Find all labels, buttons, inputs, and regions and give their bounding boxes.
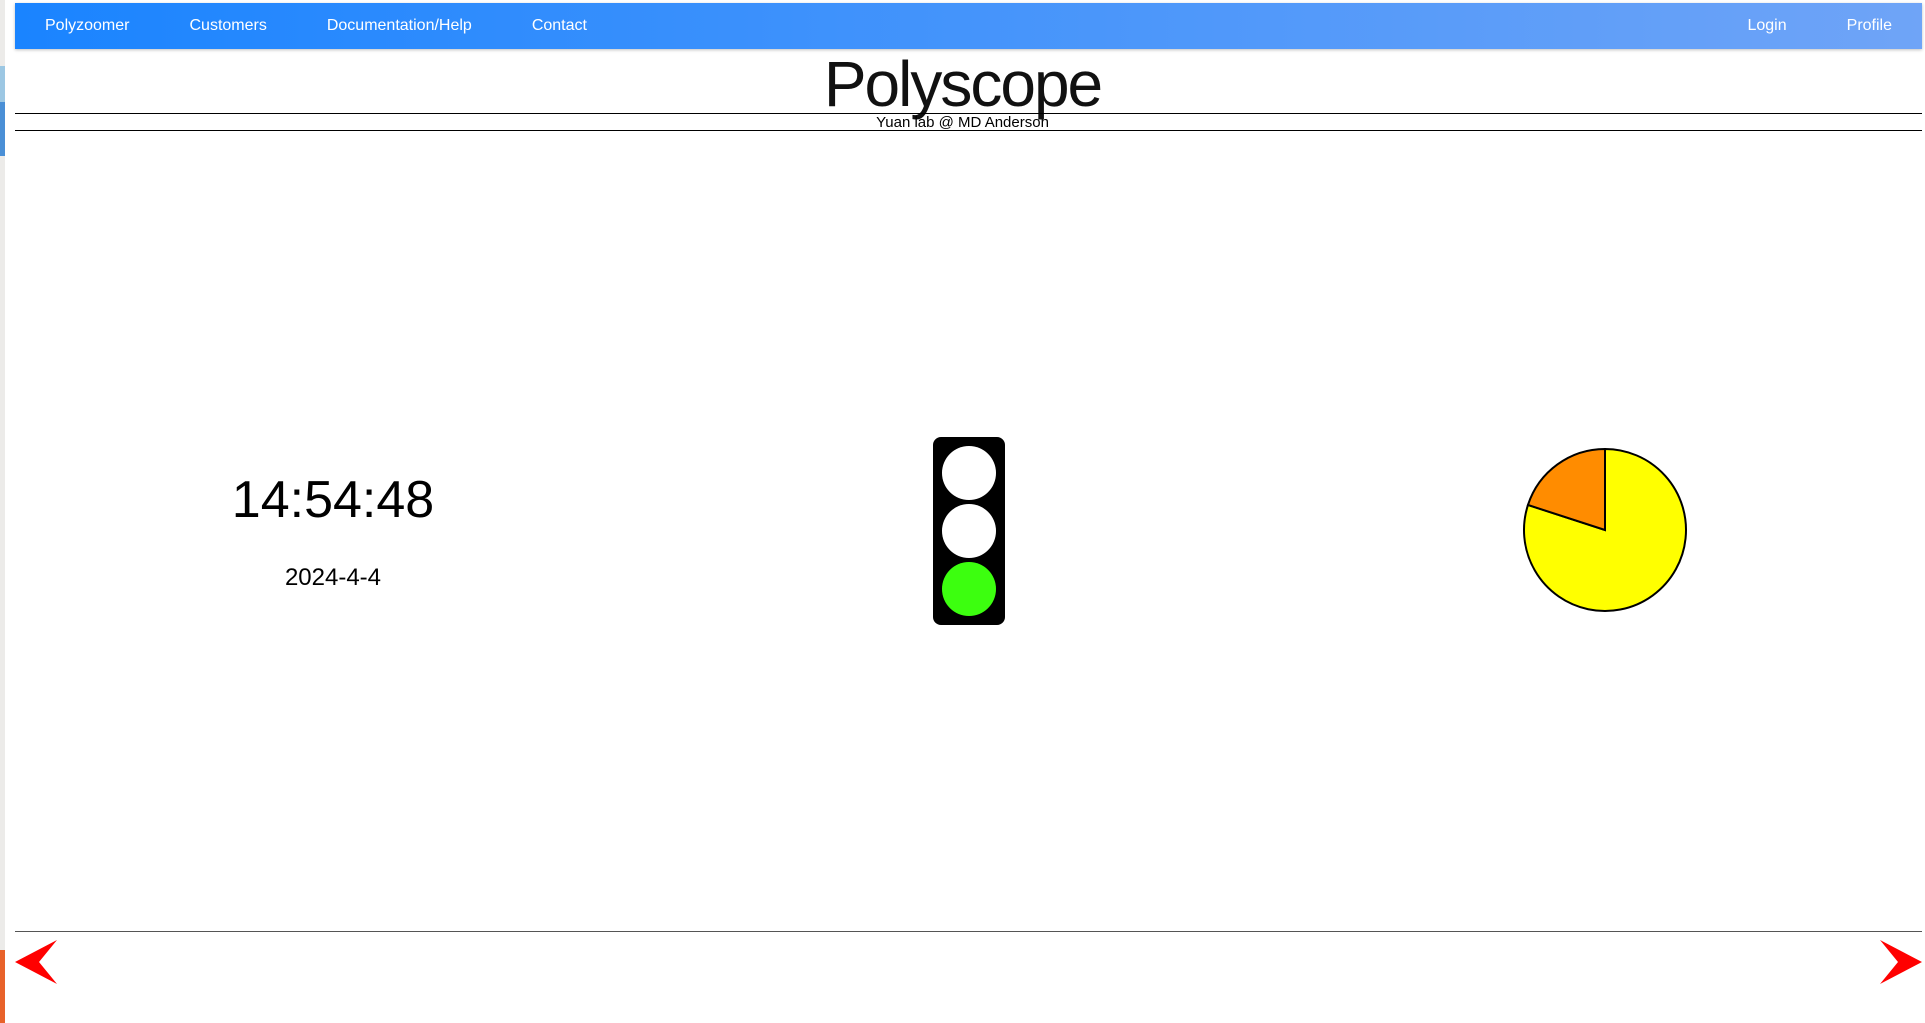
page-subtitle: Yuan lab @ MD Anderson [876,114,1049,131]
page: Polyzoomer Customers Documentation/Help … [0,0,1925,1023]
edge-segment [0,950,5,1023]
navbar-right-group: Login Profile [1717,3,1922,49]
traffic-light [933,437,1005,625]
nav-customers[interactable]: Customers [159,3,296,49]
top-navbar: Polyzoomer Customers Documentation/Help … [15,3,1922,49]
arrow-right-icon [1880,940,1922,984]
pie-chart [1523,447,1687,612]
next-arrow-button[interactable] [1880,940,1922,984]
nav-documentation-help[interactable]: Documentation/Help [297,3,502,49]
traffic-lamp-middle [942,504,996,558]
nav-contact[interactable]: Contact [502,3,617,49]
header-divider-bottom [15,130,1922,131]
prev-arrow-button[interactable] [15,940,57,984]
traffic-lamp-top [942,446,996,500]
footer-divider [15,931,1922,932]
status-pie [1522,447,1688,613]
page-title: Polyscope [823,48,1103,120]
nav-profile[interactable]: Profile [1817,3,1922,49]
clock-date: 2024-4-4 [284,564,382,591]
window-edge-strip [0,0,5,1023]
nav-login[interactable]: Login [1717,3,1816,49]
navbar-left-group: Polyzoomer Customers Documentation/Help … [15,3,617,49]
arrow-left-icon [15,940,57,984]
clock-time: 14:54:48 [231,471,435,529]
traffic-lamp-bottom [942,562,996,616]
nav-polyzoomer[interactable]: Polyzoomer [15,3,159,49]
